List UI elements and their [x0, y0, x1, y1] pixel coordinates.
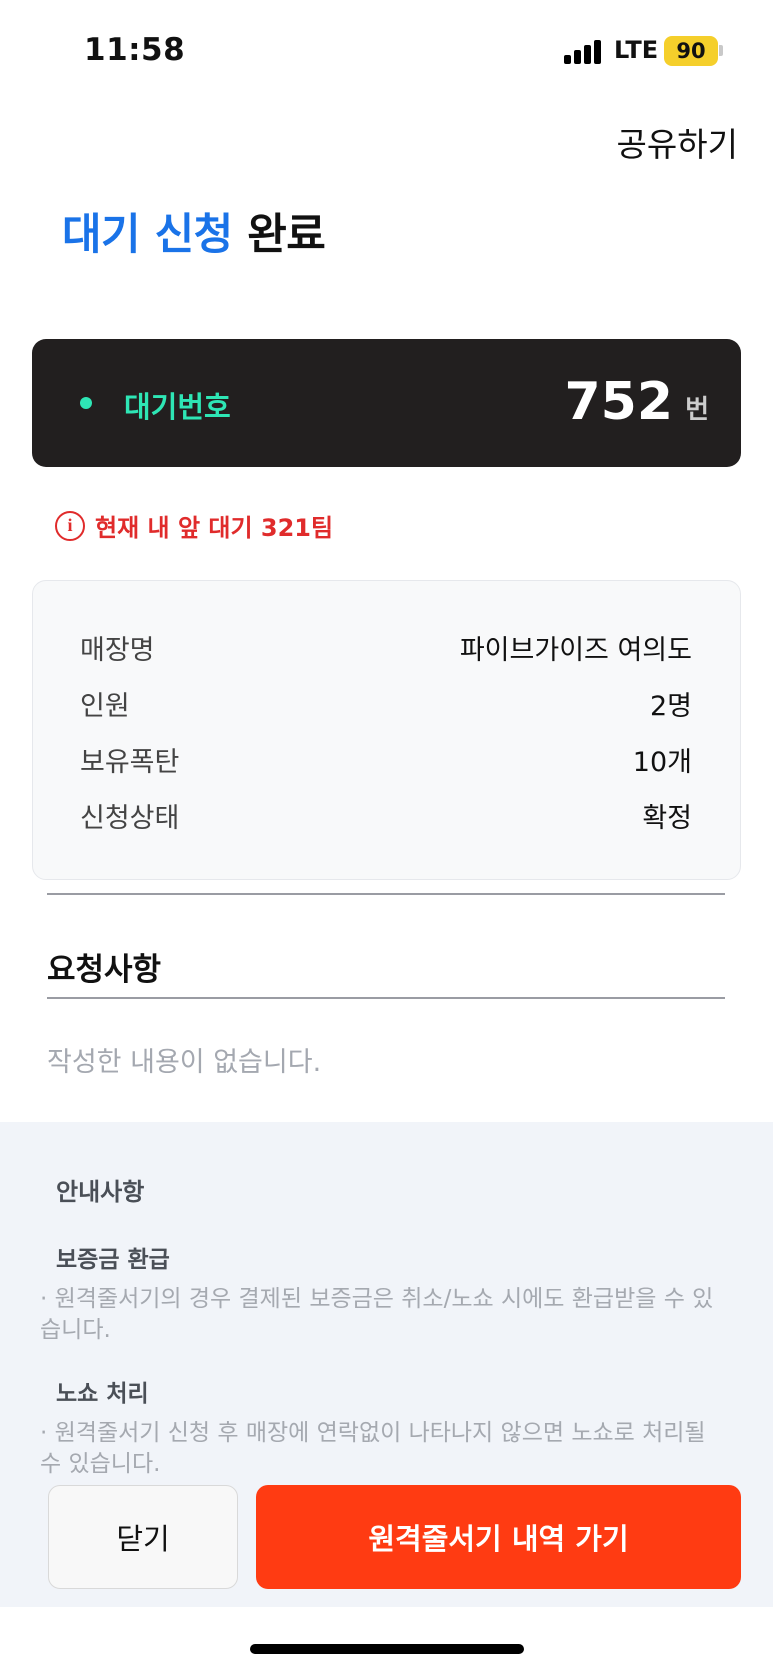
battery-nub: [719, 45, 723, 56]
detail-row-bombs: 보유폭탄 10개: [80, 740, 692, 779]
divider: [47, 893, 725, 895]
page-title: 대기 신청 완료: [62, 200, 326, 262]
detail-key: 보유폭탄: [80, 747, 180, 778]
request-empty-text: 작성한 내용이 없습니다.: [47, 1047, 322, 1078]
signal-icon: [564, 40, 604, 64]
page-title-rest: 완료: [247, 210, 326, 260]
queue-notice-text: 현재 내 앞 대기 321팀: [95, 514, 334, 542]
detail-value: 확정: [642, 803, 692, 834]
info-icon: i: [55, 510, 85, 541]
waiting-number: 752: [564, 372, 673, 432]
guide-text-deposit: · 원격줄서기의 경우 결제된 보증금은 취소/노쇼 시에도 환급받을 수 있습…: [40, 1286, 714, 1343]
battery-icon: 90: [664, 36, 718, 66]
go-to-history-button[interactable]: 원격줄서기 내역 가기: [256, 1485, 741, 1589]
waiting-number-label: 대기번호: [124, 390, 231, 424]
reservation-details: [32, 580, 741, 880]
close-button[interactable]: 닫기: [48, 1485, 238, 1589]
detail-row-status: 신청상태 확정: [80, 796, 692, 835]
detail-value: 2명: [649, 691, 692, 722]
detail-key: 인원: [80, 691, 130, 722]
queue-notice: i 현재 내 앞 대기 321팀: [55, 508, 333, 543]
share-button[interactable]: 공유하기: [617, 118, 738, 166]
guide-title: 안내사항: [56, 1178, 145, 1206]
divider: [47, 997, 725, 999]
detail-row-store: 매장명 파이브가이즈 여의도: [80, 628, 692, 667]
detail-key: 신청상태: [80, 803, 180, 834]
detail-value: 파이브가이즈 여의도: [459, 635, 692, 666]
detail-key: 매장명: [80, 635, 155, 666]
detail-row-party-size: 인원 2명: [80, 684, 692, 723]
status-dot-icon: [80, 397, 92, 409]
page: 11:58 LTE 90 공유하기 대기 신청 완료 대기번호 752 번 i …: [0, 0, 773, 1673]
waiting-number-unit: 번: [685, 395, 709, 425]
network-label: LTE: [614, 36, 659, 64]
guide-heading-deposit: 보증금 환급: [56, 1247, 170, 1273]
request-title: 요청사항: [47, 952, 162, 988]
detail-value: 10개: [632, 747, 692, 778]
page-title-accent: 대기 신청: [62, 210, 233, 260]
home-indicator[interactable]: [250, 1644, 524, 1654]
guide-heading-noshow: 노쇼 처리: [56, 1381, 149, 1407]
status-time: 11:58: [84, 32, 186, 68]
status-bar: 11:58 LTE 90: [0, 0, 773, 100]
guide-text-noshow: · 원격줄서기 신청 후 매장에 연락없이 나타나지 않으면 노쇼로 처리될 수…: [40, 1420, 706, 1477]
